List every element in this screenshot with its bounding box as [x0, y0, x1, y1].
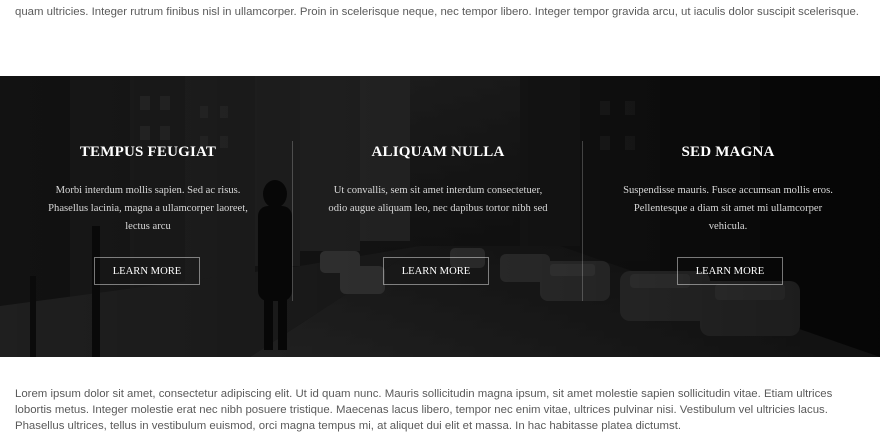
feature-column-1: TEMPUS FEUGIAT Morbi interdum mollis sap… — [3, 76, 293, 357]
learn-more-button[interactable]: LEARN MORE — [383, 257, 489, 285]
feature-description: Suspendisse mauris. Fusce accumsan molli… — [623, 185, 833, 232]
feature-banner: TEMPUS FEUGIAT Morbi interdum mollis sap… — [0, 76, 880, 357]
feature-title: ALIQUAM NULLA — [371, 144, 505, 160]
feature-column-3: SED MAGNA Suspendisse mauris. Fusce accu… — [583, 76, 873, 357]
intro-paragraph: quam ultricies. Integer rutrum finibus n… — [15, 6, 859, 18]
feature-description: Ut convallis, sem sit amet interdum cons… — [328, 185, 548, 214]
body-paragraph: Lorem ipsum dolor sit amet, consectetur … — [15, 388, 833, 432]
learn-more-button[interactable]: LEARN MORE — [677, 257, 783, 285]
feature-description: Morbi interdum mollis sapien. Sed ac ris… — [48, 185, 248, 232]
learn-more-button[interactable]: LEARN MORE — [94, 257, 200, 285]
feature-title: TEMPUS FEUGIAT — [79, 144, 217, 160]
feature-column-2: ALIQUAM NULLA Ut convallis, sem sit amet… — [293, 76, 583, 357]
feature-title: SED MAGNA — [681, 144, 775, 160]
